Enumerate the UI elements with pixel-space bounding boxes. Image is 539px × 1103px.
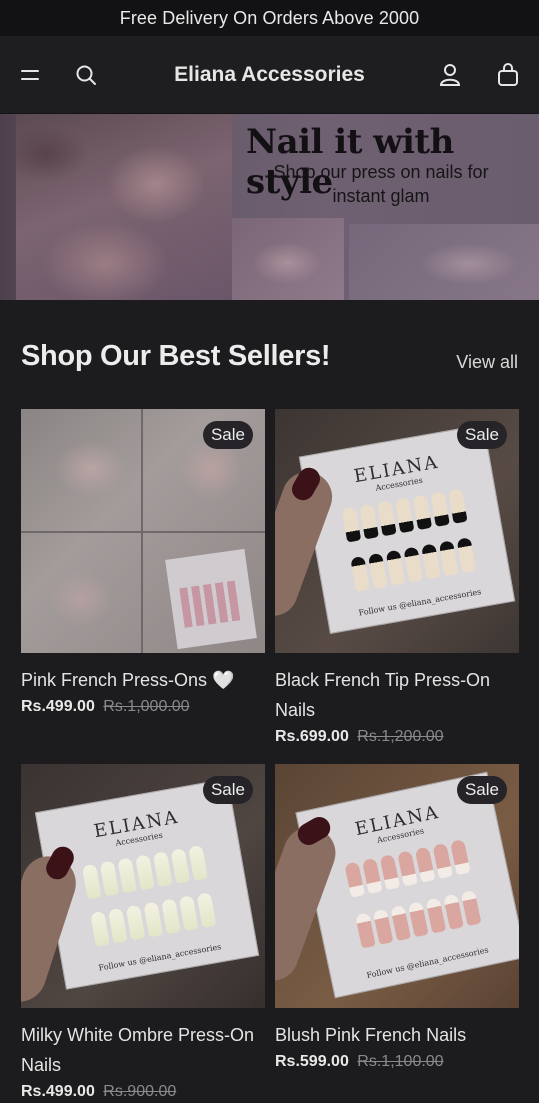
original-price: Rs.900.00 bbox=[103, 1083, 177, 1100]
packaging-card-image: ELIANA Accessories Follow us @eliana_acc… bbox=[298, 424, 516, 634]
section-title: Shop Our Best Sellers! bbox=[21, 340, 331, 372]
product-image[interactable]: ELIANA Accessories Follow us @eliana_acc… bbox=[21, 764, 265, 1008]
hero-image-hands bbox=[16, 114, 232, 300]
announcement-text: Free Delivery On Orders Above 2000 bbox=[119, 7, 420, 28]
product-card[interactable]: ELIANA Accessories Follow us @eliana_acc… bbox=[275, 409, 519, 748]
sale-price: Rs.599.00 bbox=[275, 1053, 349, 1070]
original-price: Rs.1,100.00 bbox=[357, 1053, 444, 1070]
sale-badge: Sale bbox=[456, 776, 507, 804]
menu-icon[interactable] bbox=[10, 55, 50, 95]
hero-image-nails bbox=[232, 218, 344, 300]
hero-banner[interactable]: Nail it with style Shop our press on nai… bbox=[0, 114, 539, 300]
account-icon[interactable] bbox=[430, 55, 470, 95]
product-card[interactable]: Sale Pink French Press-Ons 🤍 Rs.499.00 R… bbox=[21, 409, 265, 748]
product-name[interactable]: Milky White Ombre Press-On Nails bbox=[21, 1020, 265, 1080]
sale-price: Rs.499.00 bbox=[21, 698, 95, 715]
product-prices: Rs.699.00 Rs.1,200.00 bbox=[275, 726, 519, 748]
product-name[interactable]: Blush Pink French Nails bbox=[275, 1020, 519, 1050]
packaging-card-image bbox=[165, 548, 257, 650]
packaging-card-image: ELIANA Accessories Follow us @eliana_acc… bbox=[295, 771, 519, 999]
original-price: Rs.1,200.00 bbox=[357, 728, 444, 745]
product-card[interactable]: ELIANA Accessories Follow us @eliana_acc… bbox=[21, 764, 265, 1103]
product-prices: Rs.499.00 Rs.1,000.00 bbox=[21, 696, 265, 718]
sale-badge: Sale bbox=[202, 776, 253, 804]
site-header: Eliana Accessories bbox=[0, 36, 539, 114]
sale-badge: Sale bbox=[456, 421, 507, 449]
brand-name[interactable]: Eliana Accessories bbox=[174, 63, 365, 87]
sale-price: Rs.699.00 bbox=[275, 728, 349, 745]
search-icon[interactable] bbox=[66, 55, 106, 95]
product-name[interactable]: Pink French Press-Ons 🤍 bbox=[21, 665, 265, 695]
product-image[interactable]: ELIANA Accessories Follow us @eliana_acc… bbox=[275, 764, 519, 1008]
hero-image-hand bbox=[349, 224, 539, 300]
best-sellers-header: Shop Our Best Sellers! View all bbox=[0, 300, 539, 410]
product-image[interactable]: ELIANA Accessories Follow us @eliana_acc… bbox=[275, 409, 519, 653]
cart-icon[interactable] bbox=[488, 55, 528, 95]
view-all-link[interactable]: View all bbox=[456, 352, 518, 373]
sale-price: Rs.499.00 bbox=[21, 1083, 95, 1100]
announcement-bar: Free Delivery On Orders Above 2000 bbox=[0, 0, 539, 36]
product-image[interactable]: Sale bbox=[21, 409, 265, 653]
hero-subtitle: Shop our press on nails for instant glam bbox=[273, 162, 489, 206]
product-card[interactable]: ELIANA Accessories Follow us @eliana_acc… bbox=[275, 764, 519, 1103]
product-prices: Rs.599.00 Rs.1,100.00 bbox=[275, 1051, 519, 1073]
original-price: Rs.1,000.00 bbox=[103, 698, 190, 715]
product-grid: Sale Pink French Press-Ons 🤍 Rs.499.00 R… bbox=[21, 409, 519, 1103]
product-name[interactable]: Black French Tip Press-On Nails bbox=[275, 665, 519, 725]
sale-badge: Sale bbox=[202, 421, 253, 449]
